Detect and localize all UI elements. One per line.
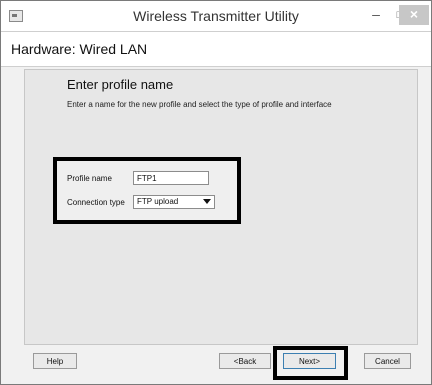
connection-type-label: Connection type bbox=[67, 198, 125, 207]
wizard-window: Wireless Transmitter Utility – □ × Hardw… bbox=[0, 0, 432, 385]
cancel-button[interactable]: Cancel bbox=[364, 353, 411, 369]
connection-type-value: FTP upload bbox=[137, 197, 179, 206]
profile-name-label: Profile name bbox=[67, 174, 112, 183]
back-button[interactable]: <Back bbox=[219, 353, 271, 369]
help-button[interactable]: Help bbox=[33, 353, 77, 369]
page-title: Hardware: Wired LAN bbox=[11, 41, 148, 57]
chevron-down-icon bbox=[203, 199, 211, 204]
connection-type-select[interactable]: FTP upload bbox=[133, 195, 215, 209]
next-button[interactable]: Next> bbox=[283, 353, 336, 369]
section-heading: Enter profile name bbox=[67, 77, 174, 92]
profile-name-input[interactable]: FTP1 bbox=[133, 171, 209, 185]
profile-form-highlight: Profile name FTP1 Connection type FTP up… bbox=[53, 157, 241, 224]
title-bar[interactable]: Wireless Transmitter Utility – □ × bbox=[1, 1, 431, 32]
minimize-button[interactable]: – bbox=[365, 5, 387, 25]
page-header: Hardware: Wired LAN bbox=[1, 32, 431, 67]
section-description: Enter a name for the new profile and sel… bbox=[67, 100, 332, 109]
close-button[interactable]: × bbox=[399, 5, 429, 25]
